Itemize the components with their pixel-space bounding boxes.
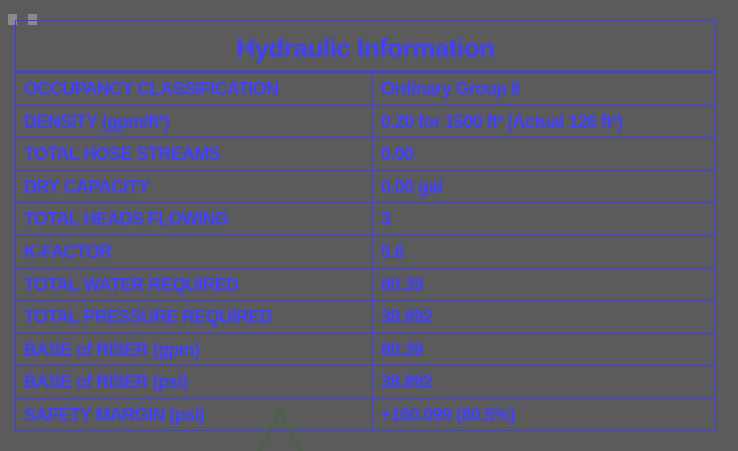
row-label: TOTAL HOSE STREAMS [16,138,373,170]
row-value: 38.892 [381,372,433,393]
row-value: 0.00 gal [381,176,443,197]
table-row: OCCUPANCY CLASSIFICATION Ordinary Group I… [16,73,715,106]
table-row: DRY CAPACITY 0.00 gal [16,170,715,204]
table-row: K-FACTOR 5.6 [16,235,715,269]
row-value: 38.892 [381,307,433,328]
table-row: DENSITY (gpm/ft²) 0.20 for 1500 ft² (Actu… [16,105,715,139]
row-label: TOTAL PRESSURE REQUIRED [16,301,373,333]
table-row: TOTAL HOSE STREAMS 0.00 [16,138,715,171]
table-row: TOTAL PRESSURE REQUIRED 38.892 [16,301,715,334]
arrow-up-icon [259,408,301,451]
row-label: SAFETY MARGIN (psi) [16,398,373,432]
row-value: 80.39 [381,274,424,295]
row-label: BASE of RISER (gpm) [16,333,373,366]
row-value: Ordinary Group II [381,79,520,99]
row-value: 80.39 [381,339,424,360]
row-label: DRY CAPACITY [16,170,373,203]
table-row: BASE of RISER (gpm) 80.39 [16,333,715,367]
table-row: TOTAL HEADS FLOWING 3 [16,203,715,236]
row-label: BASE of RISER (psi) [16,366,373,398]
row-value: 5.6 [381,241,405,262]
row-label: TOTAL WATER REQUIRED [16,268,373,301]
table-row: BASE of RISER (psi) 38.892 [16,366,715,399]
row-label: TOTAL HEADS FLOWING [16,203,373,235]
table-row: SAFETY MARGIN (psi) +160.099 (80.5%) [16,398,715,432]
row-value: 0.20 for 1500 ft² (Actual 126 ft²) [381,111,623,132]
row-label: K-FACTOR [16,235,373,268]
row-value: +160.099 (80.5%) [381,404,516,425]
row-value: 3 [381,209,391,230]
row-value: 0.00 [381,144,414,165]
table-row: TOTAL WATER REQUIRED 80.39 [16,268,715,302]
row-label: DENSITY (gpm/ft²) [16,105,373,138]
table-title: Hydraulic Information [16,21,715,73]
row-label: OCCUPANCY CLASSIFICATION [16,73,373,105]
hydraulic-info-table[interactable]: Hydraulic Information OCCUPANCY CLASSIFI… [15,20,716,432]
